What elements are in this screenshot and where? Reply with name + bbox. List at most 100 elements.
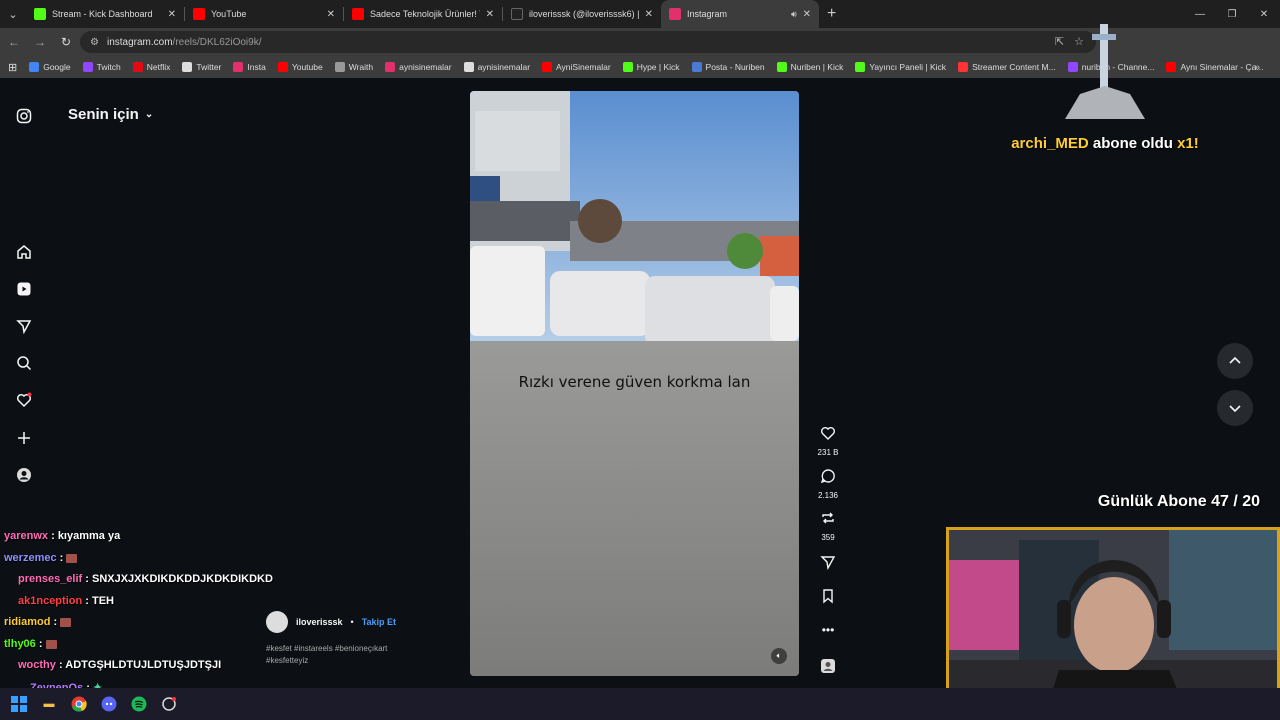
home-icon[interactable] — [14, 242, 34, 262]
close-tab-icon[interactable]: ✕ — [486, 9, 494, 20]
share-icon — [820, 556, 836, 571]
video-caption-text: Rızkı verene güven korkma lan — [518, 373, 751, 391]
file-explorer-icon[interactable]: ▬ — [40, 695, 58, 713]
forward-icon[interactable]: → — [28, 30, 52, 54]
repost-button[interactable]: 359 — [812, 510, 844, 542]
tab-title: Instagram — [687, 9, 728, 19]
bookmark-netflix[interactable]: Netflix — [132, 62, 170, 72]
daily-subscriber-goal: Günlük Abone 47 / 20 — [1097, 493, 1260, 510]
apps-icon[interactable]: ⊞ — [8, 61, 17, 74]
tab-title: YouTube — [211, 9, 247, 19]
bookmark-ayni-sinemalar[interactable]: Aynı Sinemalar - Ça... — [1166, 62, 1263, 72]
spotify-icon[interactable] — [130, 695, 148, 713]
subscriber-alert: archi_MED abone oldu x1! — [960, 135, 1250, 152]
like-count: 231 B — [817, 448, 839, 457]
author-avatar[interactable] — [266, 611, 288, 633]
bookmark-icon — [823, 589, 833, 604]
steelseries-icon[interactable] — [160, 695, 178, 713]
bookmark-hype-kick[interactable]: Hype | Kick — [622, 62, 680, 72]
bookmark-posta[interactable]: Posta - Nuriben — [691, 62, 765, 72]
hashtags: #kesfet #instareels #benioneçıkart #kesf… — [266, 644, 388, 665]
comment-icon — [820, 469, 835, 484]
close-tab-icon[interactable]: ✕ — [645, 9, 653, 20]
repost-icon — [822, 512, 834, 524]
bookmark-yayinci-paneli[interactable]: Yayıncı Paneli | Kick — [855, 62, 946, 72]
emote-icon — [45, 639, 57, 649]
notifications-heart-icon[interactable] — [14, 390, 34, 410]
profile-avatar-icon[interactable] — [14, 465, 34, 485]
more-bookmarks-icon[interactable]: » — [1254, 62, 1260, 73]
more-options-icon[interactable]: ••• — [812, 623, 844, 637]
next-reel-button[interactable] — [1217, 390, 1253, 426]
bookmark-streamer-content[interactable]: Streamer Content M... — [958, 62, 1056, 72]
kick-icon — [34, 8, 46, 20]
bookmark-aynisinemalar-x[interactable]: aynisinemalar — [463, 62, 530, 72]
close-window-icon[interactable]: ✕ — [1248, 0, 1280, 28]
bookmark-insta[interactable]: Insta — [233, 62, 266, 72]
like-button[interactable]: 231 B — [812, 425, 844, 457]
emote-icon — [60, 617, 72, 627]
previous-reel-button[interactable] — [1217, 343, 1253, 379]
instagram-icon — [669, 8, 681, 20]
tab-kick-dashboard[interactable]: Stream - Kick Dashboard ✕ — [26, 0, 184, 28]
maximize-icon[interactable]: ❐ — [1216, 0, 1248, 28]
close-tab-icon[interactable]: ✕ — [327, 9, 335, 20]
audio-avatar[interactable] — [812, 658, 844, 679]
reload-icon[interactable]: ↻ — [54, 30, 78, 54]
new-tab-icon[interactable]: + — [827, 5, 836, 23]
create-plus-icon[interactable] — [14, 428, 34, 448]
sub-alert-count: x1! — [1177, 135, 1199, 152]
chat-message: ridiamod : — [4, 616, 72, 628]
search-icon[interactable] — [14, 353, 34, 373]
site-info-icon[interactable]: ⚙ — [90, 37, 99, 48]
bookmark-twitch[interactable]: Twitch — [82, 62, 121, 72]
reels-icon[interactable] — [14, 279, 34, 299]
direct-messages-icon[interactable] — [14, 316, 34, 336]
chat-message: tlhy06 : — [4, 638, 57, 650]
minimize-icon[interactable]: — — [1184, 0, 1216, 28]
reel-author: iloverisssk • Takip Et — [266, 611, 396, 633]
follow-button[interactable]: Takip Et — [362, 617, 396, 627]
url-host: instagram.com — [106, 36, 173, 48]
audio-thumbnail-icon — [821, 659, 835, 673]
tab-search-icon[interactable]: ⌄ — [0, 0, 26, 28]
discord-icon[interactable] — [100, 695, 118, 713]
instagram-logo-icon[interactable] — [14, 106, 34, 126]
author-name[interactable]: iloverisssk — [296, 617, 343, 627]
reel-video[interactable]: Rızkı verene güven korkma lan 🔈︎ — [470, 91, 799, 676]
tab-title: iloverisssk (@iloverisssk6) | TikT — [529, 9, 639, 19]
speaker-icon[interactable]: 🔊︎ — [791, 9, 797, 20]
chat-message: yarenwx : kıyamma ya — [4, 530, 121, 542]
share-button[interactable] — [812, 554, 844, 575]
bookmark-youtube[interactable]: Youtube — [277, 62, 323, 72]
windows-start-icon[interactable] — [10, 695, 28, 713]
address-bar[interactable]: ⚙ instagram.com/reels/DKL62iOoi9k/ ⇱ ☆ — [80, 31, 1096, 53]
tab-title: Sadece Teknolojik Ürünler! Top — [370, 9, 480, 19]
tab-youtube-video[interactable]: Sadece Teknolojik Ürünler! Top ✕ — [344, 0, 502, 28]
window-controls: — ❐ ✕ — [1184, 0, 1280, 28]
close-tab-icon[interactable]: ✕ — [168, 9, 176, 20]
feed-title: Senin için — [68, 106, 139, 123]
back-icon[interactable]: ← — [2, 30, 26, 54]
comment-button[interactable]: 2.136 — [812, 468, 844, 500]
bookmark-twitter[interactable]: Twitter — [182, 62, 221, 72]
chrome-icon[interactable] — [70, 695, 88, 713]
bookmark-aynisinemalar-insta[interactable]: aynisinemalar — [385, 62, 452, 72]
save-button[interactable] — [812, 588, 844, 609]
chevron-up-icon — [1229, 356, 1241, 364]
bookmark-google[interactable]: Google — [29, 62, 71, 72]
tab-instagram[interactable]: Instagram 🔊︎ ✕ — [661, 0, 819, 28]
comment-count: 2.136 — [817, 491, 839, 500]
emote-icon — [66, 553, 78, 563]
bookmark-nuriben-kick[interactable]: Nuriben | Kick — [776, 62, 843, 72]
chat-message: wocthy : ADTGŞHLDTUJLDTUŞJDTŞJI — [18, 659, 222, 671]
feed-selector[interactable]: Senin için ⌄ — [68, 106, 153, 123]
volume-icon[interactable]: 🔈︎ — [771, 648, 787, 664]
bookmark-aynisinemalar-yt[interactable]: AyniSinemalar — [542, 62, 611, 72]
close-tab-icon[interactable]: ✕ — [803, 9, 811, 20]
tab-youtube[interactable]: YouTube ✕ — [185, 0, 343, 28]
chat-message: werzemec : — [4, 552, 78, 564]
youtube-icon — [193, 8, 205, 20]
tab-tiktok[interactable]: iloverisssk (@iloverisssk6) | TikT ✕ — [503, 0, 661, 28]
bookmark-wraith[interactable]: Wraith — [334, 62, 373, 72]
